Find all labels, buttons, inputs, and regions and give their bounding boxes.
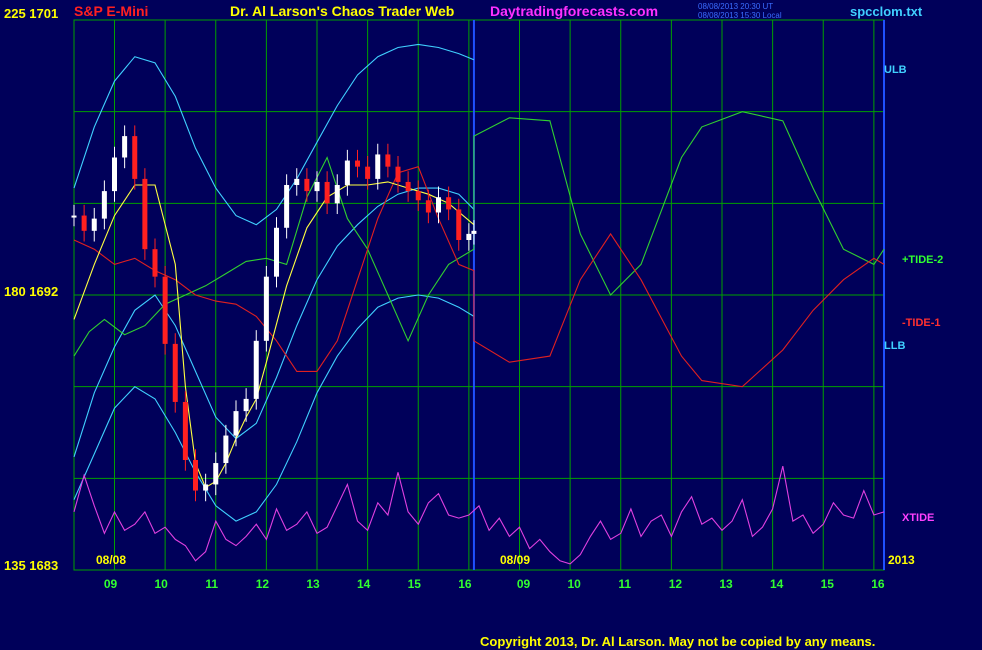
series-label-llb: LLB [884, 340, 906, 352]
price-bar-body [436, 197, 441, 213]
hour-tick-label: 10 [567, 577, 581, 591]
hour-tick-label: 14 [770, 577, 784, 591]
series-line [73, 181, 475, 489]
price-bar-body [81, 215, 87, 231]
price-bar-body [71, 215, 77, 218]
series-line [73, 43, 475, 226]
price-bar-body [112, 157, 117, 192]
price-bar-body [91, 218, 97, 231]
timestamp-ut: 08/08/2013 20:30 UT [698, 2, 774, 11]
hour-tick-label: 11 [205, 577, 218, 591]
price-bar-body [304, 178, 310, 192]
data-file-name: spcclom.txt [850, 4, 923, 19]
price-bar-body [471, 230, 477, 234]
price-bar-body [405, 181, 411, 192]
date-label-day2: 08/09 [500, 553, 531, 567]
price-bar-body [213, 463, 219, 485]
price-bar-body [223, 435, 229, 464]
price-bar-body [294, 178, 300, 185]
price-bar-body [182, 401, 188, 460]
date-label-day1: 08/08 [96, 553, 127, 567]
price-bar-body [284, 185, 290, 228]
hour-tick-label: 09 [104, 577, 118, 591]
price-bar-body [365, 166, 371, 179]
year-label: 2013 [888, 553, 915, 567]
price-bar-body [456, 209, 462, 240]
price-bar-body [446, 197, 452, 210]
site-name: Daytradingforecasts.com [490, 3, 659, 19]
price-bar-body [253, 340, 259, 399]
hour-tick-label: 10 [154, 577, 168, 591]
price-bar-body [395, 166, 401, 182]
price-bar-body [314, 181, 320, 192]
timestamp-block: 08/08/2013 20:30 UT 08/08/2013 15:30 Loc… [698, 2, 782, 20]
price-bar-body [324, 181, 330, 204]
price-bar-body [385, 154, 391, 167]
price-bar-body [152, 249, 158, 277]
series-label-tide2: +TIDE-2 [902, 254, 944, 266]
price-bar-body [162, 276, 168, 344]
price-bar-body [466, 233, 472, 240]
price-bar-body [334, 185, 340, 204]
hour-tick-label: 14 [357, 577, 371, 591]
price-bar-body [274, 227, 279, 277]
price-bar-body [355, 160, 360, 167]
series-label-ulb: ULB [884, 64, 907, 76]
price-bar-body [375, 154, 381, 179]
price-bar-body [233, 411, 239, 436]
price-bar-body [193, 460, 198, 491]
price-bar-body [142, 178, 148, 250]
y-label-mid: 180 1692 [4, 284, 59, 299]
series-label-xtide: XTIDE [902, 512, 935, 524]
hour-tick-label: 16 [458, 577, 472, 591]
hour-tick-label: 12 [256, 577, 270, 591]
hour-tick-label: 13 [306, 577, 320, 591]
series-line [73, 166, 885, 388]
price-bar-body [172, 343, 178, 402]
price-bar-body [344, 160, 350, 185]
copyright-notice: Copyright 2013, Dr. Al Larson. May not b… [480, 634, 876, 649]
price-bar-body [122, 136, 128, 158]
chart-title: Dr. Al Larson's Chaos Trader Web [230, 3, 455, 19]
y-label-top: 225 1701 [4, 6, 59, 21]
price-bar-body [243, 398, 249, 412]
series-line [73, 187, 475, 458]
price-bar-body [425, 200, 431, 213]
price-bar-body [203, 484, 209, 491]
hour-tick-label: 13 [719, 577, 733, 591]
hour-tick-label: 12 [669, 577, 683, 591]
hour-tick-label: 11 [618, 577, 631, 591]
series-label-tide1: -TIDE-1 [902, 317, 941, 329]
hour-tick-label: 15 [408, 577, 422, 591]
price-bar-body [263, 276, 269, 341]
hour-tick-label: 16 [871, 577, 885, 591]
hour-tick-label: 15 [821, 577, 835, 591]
y-label-bottom: 135 1683 [4, 558, 59, 573]
price-bar-body [415, 191, 421, 201]
chart-canvas: 09 10 11 12 13 14 15 16 09 10 11 12 13 14 15 16 [71, 19, 885, 591]
instrument-title: S&P E-Mini [74, 3, 149, 19]
timestamp-local: 08/08/2013 15:30 Local [698, 11, 782, 20]
price-bar-body [101, 191, 107, 219]
hour-tick-label: 09 [517, 577, 531, 591]
price-bar-body [132, 136, 138, 179]
